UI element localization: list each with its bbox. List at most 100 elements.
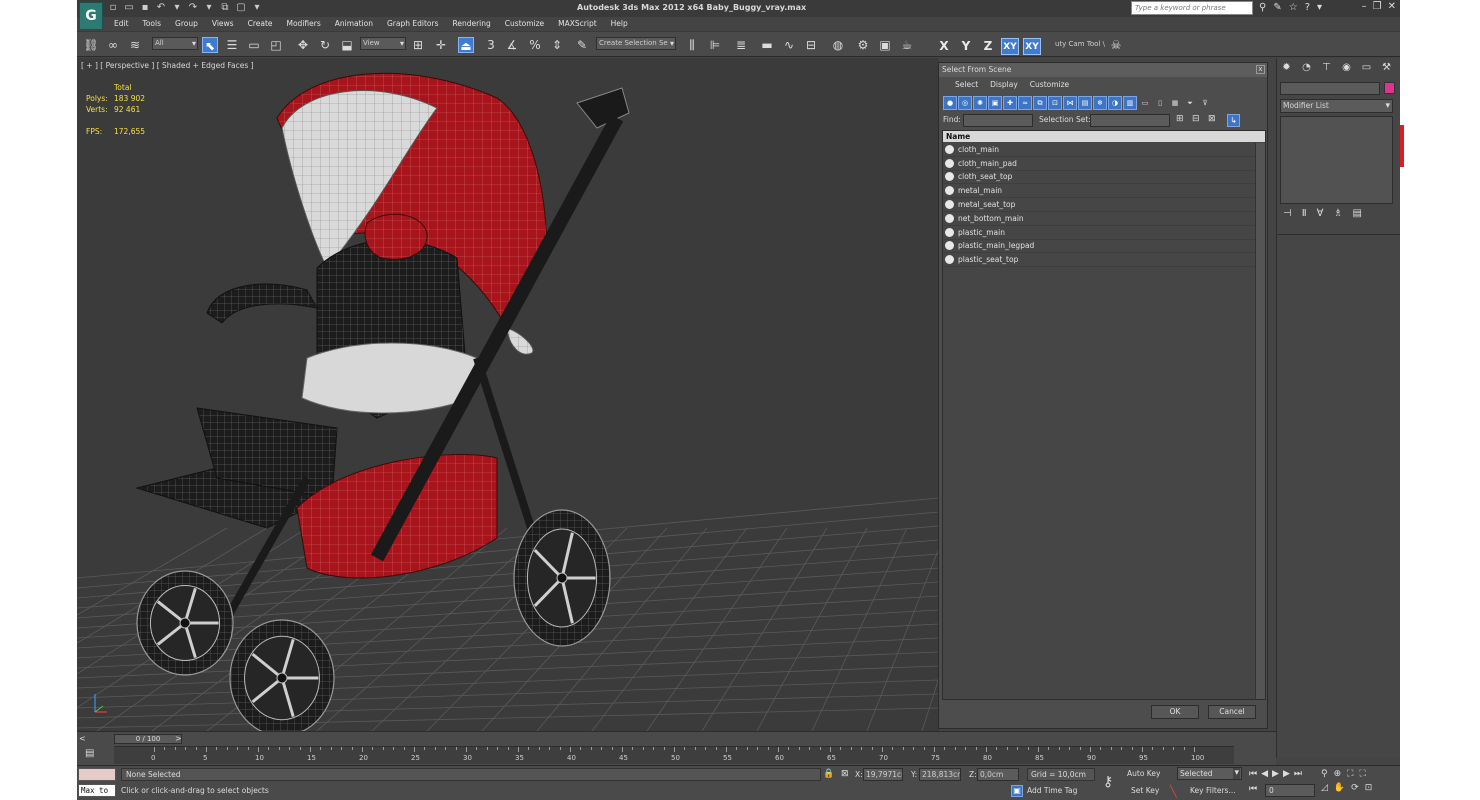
dialog-menu-select[interactable]: Select bbox=[949, 79, 984, 91]
menu-graph-editors[interactable]: Graph Editors bbox=[380, 17, 446, 31]
z-coord-field[interactable]: 0,0cm bbox=[977, 768, 1019, 781]
zoom-icon[interactable]: ⚲ bbox=[1321, 769, 1328, 779]
axis-y-button[interactable]: Y bbox=[957, 38, 975, 55]
selection-set-dropdown[interactable] bbox=[1090, 114, 1170, 127]
display-groups-icon[interactable]: ⧉ bbox=[1033, 96, 1047, 110]
display-all-icon[interactable]: ▥ bbox=[1123, 96, 1137, 110]
previous-frame-icon[interactable]: ◀ bbox=[1261, 769, 1268, 779]
list-item[interactable]: net_bottom_main bbox=[943, 212, 1255, 226]
select-manipulate-icon[interactable]: ✛ bbox=[433, 37, 449, 53]
axis-xy-cycle-button[interactable]: XY bbox=[1023, 38, 1041, 55]
orbit-icon[interactable]: ⟳ bbox=[1351, 783, 1359, 793]
utilities-tab-icon[interactable]: ⚒ bbox=[1379, 60, 1394, 76]
modifier-stack[interactable] bbox=[1280, 116, 1393, 204]
help-search-input[interactable]: Type a keyword or phrase bbox=[1131, 1, 1253, 15]
zoom-all-icon[interactable]: ⊕ bbox=[1334, 769, 1342, 779]
filter-icon[interactable]: ⏷ bbox=[1183, 96, 1197, 110]
rendered-frame-icon[interactable]: ▣ bbox=[877, 37, 893, 53]
snap-toggle-icon[interactable]: 3 bbox=[483, 37, 499, 53]
menu-help[interactable]: Help bbox=[604, 17, 635, 31]
qa-dropdown-icon[interactable]: ▾ bbox=[251, 2, 263, 14]
dialog-title[interactable]: Select From Scene bbox=[939, 63, 1267, 77]
menu-maxscript[interactable]: MAXScript bbox=[551, 17, 604, 31]
scale-icon[interactable]: ⬓ bbox=[339, 37, 355, 53]
open-file-icon[interactable]: ▭ bbox=[123, 2, 135, 14]
tools-icon[interactable]: ✎ bbox=[1273, 2, 1281, 14]
align-icon[interactable]: ⊫ bbox=[707, 37, 723, 53]
new-file-icon[interactable]: ▫ bbox=[107, 2, 119, 14]
rect-selection-icon[interactable]: ▭ bbox=[246, 37, 262, 53]
motion-tab-icon[interactable]: ◉ bbox=[1339, 60, 1354, 76]
graphite-ribbon-icon[interactable]: ▬ bbox=[759, 37, 775, 53]
pivot-center-icon[interactable]: ⊞ bbox=[410, 37, 426, 53]
time-slider[interactable]: 0 / 100 bbox=[114, 734, 182, 744]
key-mode-dropdown[interactable]: Selected bbox=[1177, 767, 1242, 780]
key-filters-button[interactable]: Key Filters... bbox=[1190, 786, 1236, 795]
minimize-icon[interactable]: – bbox=[1362, 1, 1367, 12]
menu-create[interactable]: Create bbox=[241, 17, 280, 31]
schematic-view-icon[interactable]: ⊟ bbox=[803, 37, 819, 53]
list-item[interactable]: plastic_seat_top bbox=[943, 253, 1255, 268]
list-item[interactable]: cloth_seat_top bbox=[943, 171, 1255, 185]
object-color-swatch[interactable] bbox=[1384, 82, 1395, 94]
viewport-scene[interactable] bbox=[77, 58, 939, 731]
dialog-menu-customize[interactable]: Customize bbox=[1024, 79, 1075, 91]
field-of-view-icon[interactable]: ◿ bbox=[1321, 783, 1328, 793]
select-object-icon[interactable]: ⬉ bbox=[202, 37, 218, 53]
axis-z-button[interactable]: Z bbox=[979, 38, 997, 55]
dialog-menu-display[interactable]: Display bbox=[984, 79, 1024, 91]
star-icon[interactable]: ☆ bbox=[1289, 2, 1298, 14]
play-icon[interactable]: ▶ bbox=[1272, 769, 1279, 779]
spinner-snap-icon[interactable]: ⇕ bbox=[549, 37, 565, 53]
save-file-icon[interactable]: ▪ bbox=[139, 2, 151, 14]
next-frame-icon[interactable]: ▶ bbox=[1283, 769, 1290, 779]
reference-coord-dropdown[interactable]: View bbox=[360, 37, 406, 50]
help-dropdown-icon[interactable]: ▾ bbox=[1317, 2, 1322, 14]
sel-set-add-icon[interactable]: ⊞ bbox=[1176, 114, 1184, 124]
make-unique-icon[interactable]: ∀ bbox=[1317, 208, 1324, 219]
remove-modifier-icon[interactable]: ♗ bbox=[1333, 208, 1342, 219]
time-tag-icon[interactable]: ▣ bbox=[1011, 785, 1023, 797]
display-xrefs-icon[interactable]: ⊡ bbox=[1048, 96, 1062, 110]
key-mode-toggle-icon[interactable]: ⏮ bbox=[1249, 784, 1257, 794]
pin-stack-icon[interactable]: ⊣ bbox=[1283, 208, 1292, 219]
undo-icon[interactable]: ↶ bbox=[155, 2, 167, 14]
absolute-mode-icon[interactable]: ⊠ bbox=[841, 769, 849, 779]
display-hidden-icon[interactable]: ◑ bbox=[1108, 96, 1122, 110]
track-bar[interactable]: 0 5 10 15 20 25 30 35 40 45 50 55 60 65 70 75 80 85 90 95 10… bbox=[114, 746, 1234, 764]
display-tab-icon[interactable]: ▭ bbox=[1359, 60, 1374, 76]
go-to-start-icon[interactable]: ⏮ bbox=[1249, 769, 1257, 779]
list-item[interactable]: metal_seat_top bbox=[943, 198, 1255, 212]
perspective-viewport[interactable]: [ + ] [ Perspective ] [ Shaded + Edged F… bbox=[77, 58, 939, 731]
help-icon[interactable]: ? bbox=[1305, 2, 1310, 14]
layer-manager-icon[interactable]: ≣ bbox=[733, 37, 749, 53]
menu-tools[interactable]: Tools bbox=[136, 17, 168, 31]
project-folder-icon[interactable]: ▢ bbox=[235, 2, 247, 14]
set-key-icon[interactable]: ⚷ bbox=[1103, 774, 1113, 790]
binoculars-icon[interactable]: ⚲ bbox=[1259, 2, 1266, 14]
utility-cam-tool-label[interactable]: uty Cam Tool \ bbox=[1055, 40, 1105, 48]
list-scrollbar[interactable] bbox=[1255, 143, 1265, 699]
default-tangent-icon[interactable]: ╲ bbox=[1170, 785, 1177, 798]
cancel-button[interactable]: Cancel bbox=[1208, 705, 1256, 719]
select-all-icon[interactable]: ▦ bbox=[1168, 96, 1182, 110]
display-helpers-icon[interactable]: ✚ bbox=[1003, 96, 1017, 110]
hierarchy-tab-icon[interactable]: ⊤ bbox=[1319, 60, 1334, 76]
display-cameras-icon[interactable]: ▣ bbox=[988, 96, 1002, 110]
time-prev-button[interactable]: < bbox=[79, 734, 86, 743]
list-item[interactable]: cloth_main bbox=[943, 143, 1255, 157]
unlink-icon[interactable]: ∞ bbox=[105, 37, 121, 53]
current-frame-field[interactable]: 0 bbox=[1265, 784, 1315, 797]
select-by-name-icon[interactable]: ☰ bbox=[224, 37, 240, 53]
find-input[interactable] bbox=[963, 114, 1033, 127]
maxscript-mini-listener[interactable]: Max to bbox=[78, 784, 116, 797]
modify-tab-icon[interactable]: ◔ bbox=[1299, 60, 1314, 76]
edit-named-selection-icon[interactable]: ✎ bbox=[574, 37, 590, 53]
keyboard-shortcut-override-icon[interactable]: ⏏ bbox=[458, 37, 474, 53]
render-production-icon[interactable]: ☕ bbox=[899, 37, 915, 53]
render-setup-icon[interactable]: ⚙ bbox=[855, 37, 871, 53]
menu-rendering[interactable]: Rendering bbox=[445, 17, 497, 31]
menu-group[interactable]: Group bbox=[168, 17, 205, 31]
menu-animation[interactable]: Animation bbox=[328, 17, 380, 31]
skull-icon[interactable]: ☠ bbox=[1108, 37, 1124, 53]
